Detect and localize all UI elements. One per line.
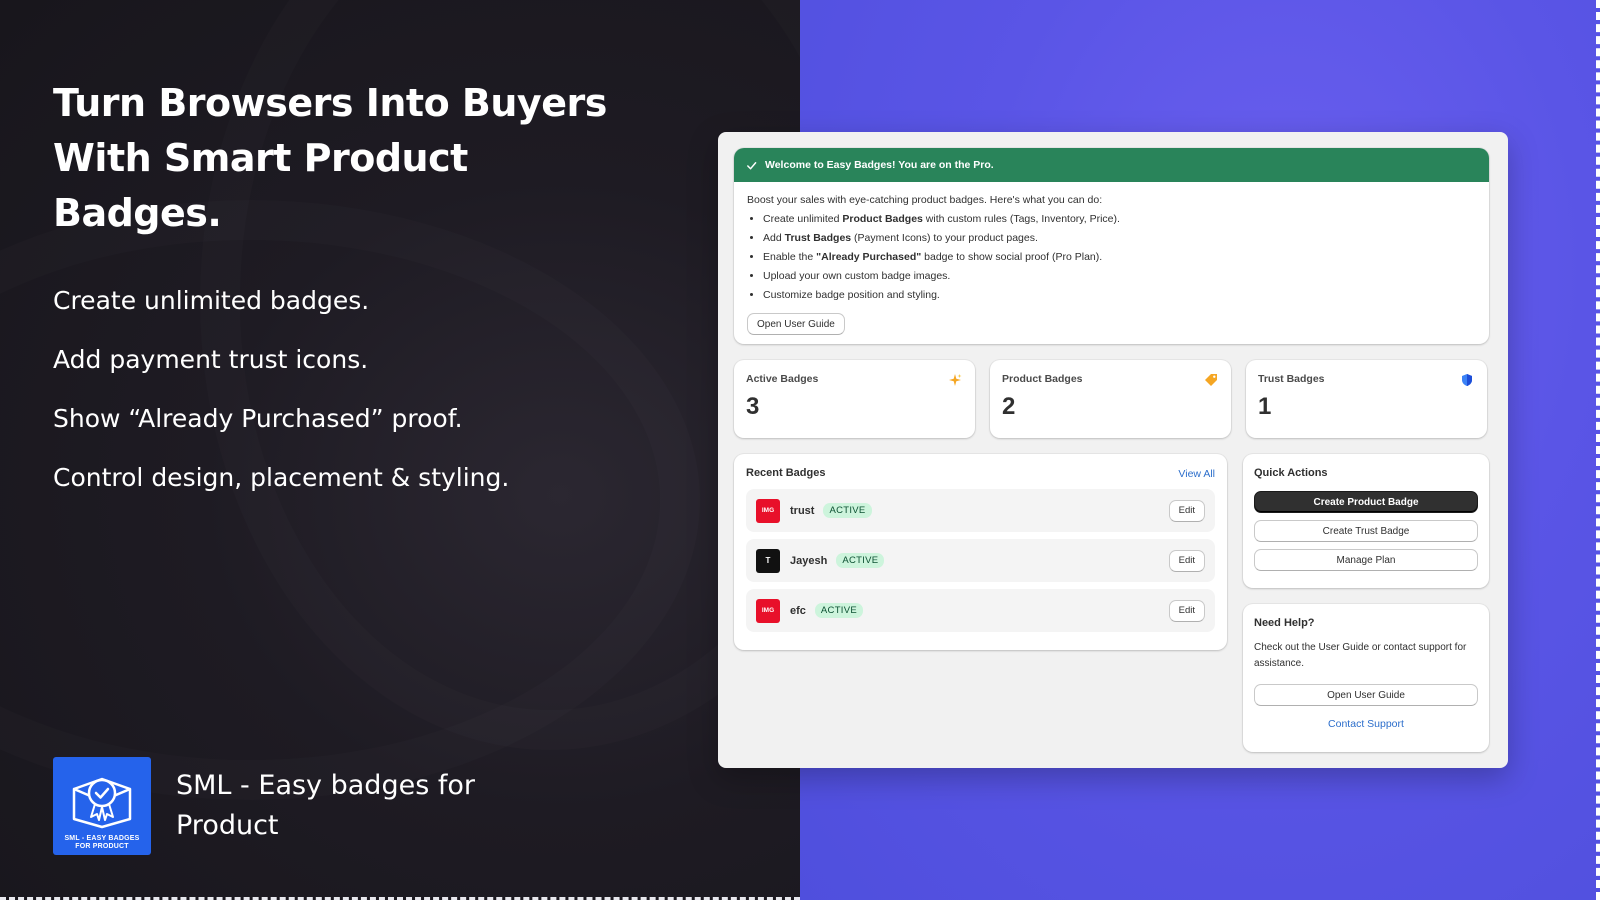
badge-name: Jayesh [790,554,828,567]
badge-thumbnail: T [756,548,780,573]
need-help-card: Need Help? Check out the User Guide or c… [1243,604,1489,752]
brand-name: SML - Easy badges for Product [176,770,475,841]
create-product-badge-button[interactable]: Create Product Badge [1254,491,1478,513]
stat-card-product: Product Badges 2 [990,360,1231,438]
capability-text: Customize badge position and styling. [763,289,940,301]
feature-item: Add payment trust icons. [53,345,369,374]
capability-item: Enable the "Already Purchased" badge to … [763,248,1476,267]
need-help-text: Check out the User Guide or contact supp… [1254,642,1467,669]
badge-box-icon [72,777,132,829]
capability-text: badge to show social proof (Pro Plan). [921,251,1103,263]
welcome-intro: Boost your sales with eye-catching produ… [747,194,1103,206]
capability-item: Add Trust Badges (Payment Icons) to your… [763,229,1476,248]
status-badge: ACTIVE [814,603,864,618]
help-open-user-guide-button[interactable]: Open User Guide [1254,684,1478,706]
recent-badges-card: Recent Badges View All IMG trust ACTIVE … [734,454,1227,650]
feature-item: Create unlimited badges. [53,286,370,315]
welcome-banner-text: Welcome to Easy Badges! You are on the P… [765,159,994,171]
capability-bold: Product Badges [842,213,923,225]
badge-row[interactable]: T Jayesh ACTIVE Edit [746,539,1215,582]
stat-value: 2 [1002,393,1016,420]
badge-name: efc [790,604,806,617]
capability-text: (Payment Icons) to your product pages. [851,232,1038,244]
app-window: Welcome to Easy Badges! You are on the P… [718,132,1508,768]
open-user-guide-button[interactable]: Open User Guide [747,313,845,335]
badge-list: IMG trust ACTIVE Edit T Jayesh ACTIVE Ed… [746,489,1215,632]
badge-row[interactable]: IMG trust ACTIVE Edit [746,489,1215,532]
edit-button[interactable]: Edit [1168,499,1205,522]
feature-item: Show “Already Purchased” proof. [53,404,463,433]
capability-text: Enable the [763,251,817,263]
stat-value: 1 [1258,393,1272,420]
capability-item: Upload your own custom badge images. [763,267,1476,286]
logo-text: SML - EASY BADGES FOR PRODUCT [64,835,139,851]
badge-row[interactable]: IMG efc ACTIVE Edit [746,589,1215,632]
badge-name: trust [790,504,815,517]
create-trust-badge-button[interactable]: Create Trust Badge [1254,520,1478,542]
feature-list: Create unlimited badges. Add payment tru… [53,282,509,518]
stat-card-trust: Trust Badges 1 [1246,360,1487,438]
capability-text: Add [763,232,785,244]
stat-label: Product Badges [1002,373,1083,385]
shield-icon [1462,374,1472,386]
badge-thumbnail: IMG [756,498,780,523]
status-badge: ACTIVE [823,503,872,518]
quick-actions-card: Quick Actions Create Product Badge Creat… [1243,454,1489,588]
capability-item: Create unlimited Product Badges with cus… [763,210,1476,229]
capability-bold: "Already Purchased" [816,251,922,263]
edit-button[interactable]: Edit [1168,599,1205,622]
logo-text-line: SML - EASY BADGES [64,835,140,842]
welcome-banner: Welcome to Easy Badges! You are on the P… [734,148,1489,182]
capability-bold: Trust Badges [784,232,852,244]
app-logo: SML - EASY BADGES FOR PRODUCT [53,757,151,855]
capability-text: Create unlimited [763,213,843,225]
capability-text: Upload your own custom badge images. [763,270,951,282]
welcome-card: Welcome to Easy Badges! You are on the P… [734,148,1489,344]
edit-button[interactable]: Edit [1168,549,1205,572]
capability-text: with custom rules (Tags, Inventory, Pric… [922,213,1120,225]
capability-list: Create unlimited Product Badges with cus… [747,210,1476,305]
logo-text-line: FOR PRODUCT [75,843,129,850]
contact-support-link[interactable]: Contact Support [1254,718,1478,730]
view-all-link[interactable]: View All [1178,468,1215,480]
check-icon [747,161,757,169]
tag-icon [1205,374,1217,386]
status-badge: ACTIVE [836,553,885,568]
stat-label: Active Badges [746,373,819,385]
recent-badges-title: Recent Badges [746,467,826,479]
badge-thumbnail: IMG [756,598,780,623]
stat-card-active: Active Badges 3 [734,360,975,438]
stat-label: Trust Badges [1258,373,1325,385]
quick-actions-list: Create Product Badge Create Trust Badge … [1254,491,1478,571]
sparkle-icon [949,374,962,386]
quick-actions-title: Quick Actions [1254,467,1328,479]
dashed-border [1596,0,1600,900]
welcome-body: Boost your sales with eye-catching produ… [734,182,1489,344]
need-help-title: Need Help? [1254,617,1315,629]
stat-value: 3 [746,393,760,420]
feature-item: Control design, placement & styling. [53,463,510,492]
capability-item: Customize badge position and styling. [763,286,1476,305]
hero-headline: Turn Browsers Into Buyers With Smart Pro… [53,81,607,235]
manage-plan-button[interactable]: Manage Plan [1254,549,1478,571]
